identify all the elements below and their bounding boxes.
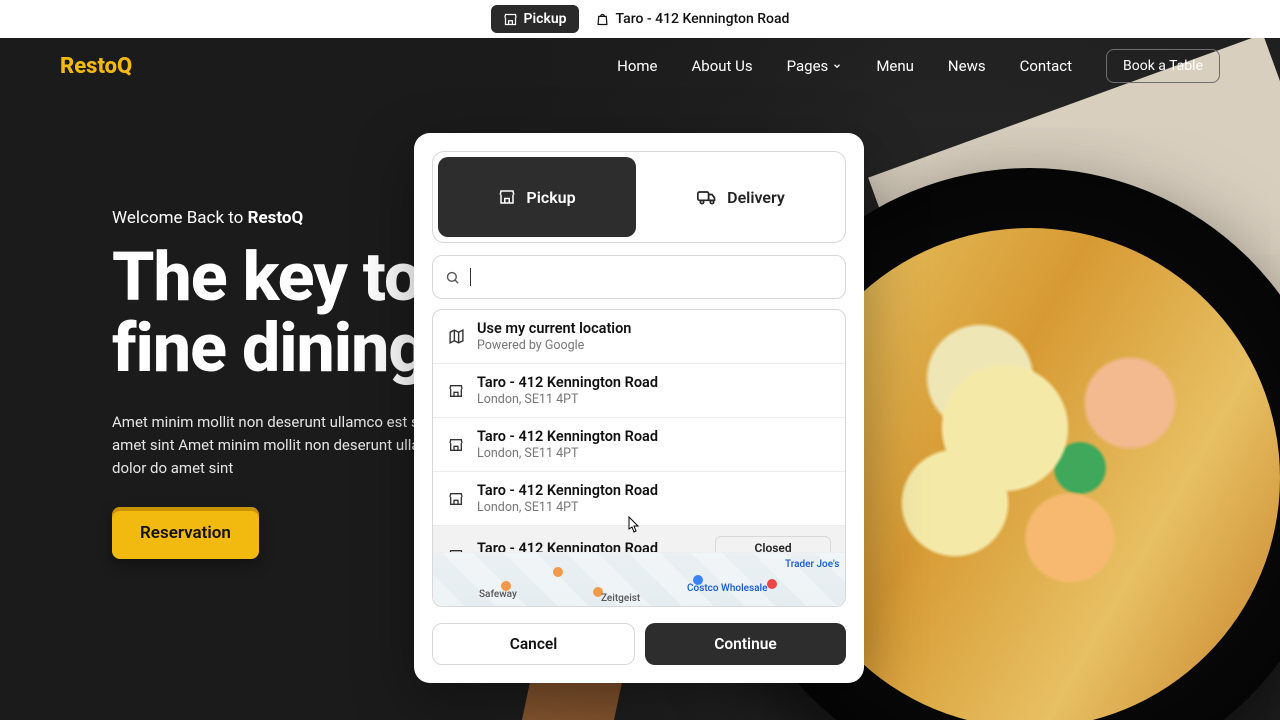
location-modal: Pickup Delivery (414, 133, 864, 683)
nav-news[interactable]: News (948, 57, 986, 75)
book-table-button[interactable]: Book a Table (1106, 49, 1220, 83)
map-pin (767, 579, 777, 589)
nav-contact[interactable]: Contact (1020, 57, 1072, 75)
cancel-button[interactable]: Cancel (432, 623, 635, 665)
topbar-location-text: Taro - 412 Kennington Road (616, 11, 790, 27)
result-sub: London, SE11 4PT (477, 392, 831, 407)
nav-pages-label: Pages (787, 57, 829, 75)
store-icon (498, 188, 516, 206)
logo[interactable]: RestoQ (60, 54, 132, 79)
result-title: Taro - 412 Kennington Road (477, 540, 703, 553)
map-icon (447, 328, 465, 345)
global-topbar: Pickup Taro - 412 Kennington Road (0, 0, 1280, 38)
tab-pickup[interactable]: Pickup (438, 157, 636, 237)
result-title: Taro - 412 Kennington Road (477, 374, 831, 391)
store-icon (447, 383, 465, 399)
dropdown-scroll[interactable]: Use my current location Powered by Googl… (433, 310, 845, 552)
map-label-safeway: Safeway (479, 589, 517, 600)
nav-home[interactable]: Home (617, 57, 657, 75)
reservation-button[interactable]: Reservation (112, 507, 259, 559)
closed-badge: ClosedSchedule for later (715, 536, 831, 552)
main-nav: RestoQ Home About Us Pages Menu News Con… (0, 38, 1280, 94)
result-title: Taro - 412 Kennington Road (477, 428, 831, 445)
result-sub: London, SE11 4PT (477, 446, 831, 461)
bag-icon (595, 12, 610, 27)
location-result[interactable]: Taro - 412 Kennington RoadLondon, SE11 4… (433, 417, 845, 471)
location-search[interactable] (432, 255, 846, 299)
location-dropdown: Use my current location Powered by Googl… (432, 309, 846, 607)
badge-top: Closed (726, 541, 820, 552)
order-type-tabs: Pickup Delivery (432, 151, 846, 243)
map-label-costco: Costco Wholesale (687, 583, 767, 594)
result-sub: London, SE11 4PT (477, 500, 831, 515)
location-result[interactable]: Taro - 412 Kennington RoadLondon, SE11 4… (433, 363, 845, 417)
location-result[interactable]: Taro - 412 Kennington RoadLondon, SE11 4… (433, 525, 845, 552)
map-pin (553, 567, 563, 577)
store-icon (503, 12, 518, 27)
topbar-pickup-label: Pickup (524, 11, 567, 27)
truck-icon (697, 187, 717, 207)
use-location-title: Use my current location (477, 320, 831, 337)
continue-button[interactable]: Continue (645, 623, 846, 665)
map-label-zeitgeist: Zeitgeist (601, 593, 640, 604)
topbar-location[interactable]: Taro - 412 Kennington Road (595, 11, 790, 27)
tab-delivery-label: Delivery (727, 188, 785, 207)
welcome-pre: Welcome Back to (112, 208, 248, 228)
tab-pickup-label: Pickup (526, 188, 575, 207)
use-current-location[interactable]: Use my current location Powered by Googl… (433, 310, 845, 363)
map-preview[interactable]: Safeway Zeitgeist Costco Wholesale Trade… (433, 552, 845, 606)
store-icon (447, 437, 465, 453)
location-result[interactable]: Taro - 412 Kennington RoadLondon, SE11 4… (433, 471, 845, 525)
modal-actions: Cancel Continue (432, 623, 846, 665)
welcome-brand: RestoQ (248, 208, 304, 228)
use-location-sub: Powered by Google (477, 338, 831, 353)
result-title: Taro - 412 Kennington Road (477, 482, 831, 499)
topbar-pickup-chip[interactable]: Pickup (491, 5, 579, 33)
search-icon (445, 270, 460, 285)
tab-delivery[interactable]: Delivery (642, 157, 840, 237)
text-cursor (470, 268, 471, 286)
nav-links: Home About Us Pages Menu News Contact Bo… (617, 49, 1220, 83)
map-label-trader: Trader Joe's (785, 559, 839, 570)
chevron-down-icon (832, 61, 842, 71)
store-icon (447, 491, 465, 507)
nav-pages[interactable]: Pages (787, 57, 843, 75)
search-input[interactable] (481, 268, 833, 286)
hero-section: RestoQ Home About Us Pages Menu News Con… (0, 38, 1280, 720)
nav-about[interactable]: About Us (692, 57, 753, 75)
nav-menu[interactable]: Menu (876, 57, 914, 75)
